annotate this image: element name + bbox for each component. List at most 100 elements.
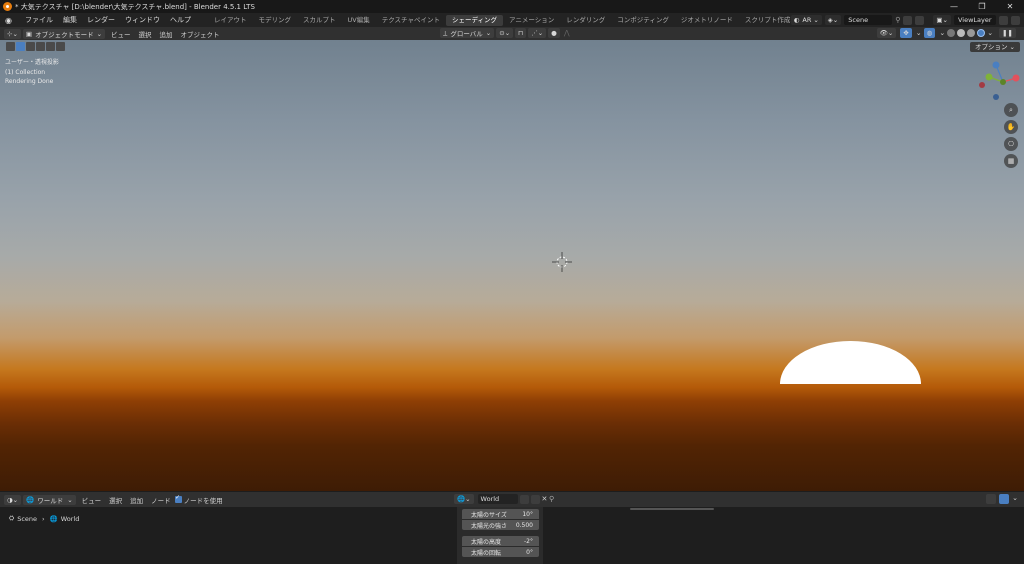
proportional-edit-toggle[interactable]: ● <box>548 28 560 38</box>
scene-name-field[interactable]: Scene <box>844 15 893 25</box>
sun-size-value: 10° <box>522 510 533 518</box>
pivot-selector[interactable]: ⊙ ⌄ <box>496 28 514 38</box>
blender-menu-icon[interactable]: ◉ <box>5 16 16 25</box>
tab-uv-editing[interactable]: UV編集 <box>342 15 376 26</box>
navigation-gizmo[interactable] <box>976 60 1020 104</box>
mode-selector[interactable]: ▣ オブジェクトモード ⌄ <box>22 28 106 39</box>
world-name-field[interactable]: World <box>477 494 518 504</box>
scene-selector[interactable]: ◈ ⌄ <box>824 15 842 25</box>
tab-sculpt[interactable]: スカルプト <box>297 15 342 26</box>
options-dropdown[interactable]: オプション ⌄ <box>969 42 1020 52</box>
chevron-down-icon: ⌄ <box>887 29 894 37</box>
chevron-down-icon[interactable]: ⌄ <box>916 29 922 37</box>
menu-edit[interactable]: 編集 <box>58 15 82 25</box>
chevron-down-icon[interactable]: ⌄ <box>1012 494 1018 504</box>
select-extend-icon[interactable] <box>26 42 35 51</box>
camera-view-icon[interactable]: ⎔ <box>1004 137 1018 151</box>
snap-toggle[interactable]: ⊓ <box>515 28 527 38</box>
viewport-3d[interactable] <box>0 40 1024 491</box>
menu-file[interactable]: ファイル <box>20 15 58 25</box>
ar-selector[interactable]: ◐ AR ⌄ <box>790 15 822 25</box>
gizmo-y-axis[interactable] <box>985 73 993 81</box>
falloff-icon[interactable]: ⋀ <box>564 29 570 37</box>
tab-compositing[interactable]: コンポジティング <box>611 15 675 26</box>
select-tool-icon[interactable] <box>6 42 15 51</box>
sun-elevation-field[interactable]: 太陽の高度 -2° <box>462 536 539 546</box>
rendered-shading-icon[interactable] <box>977 29 986 37</box>
tab-modeling[interactable]: モデリング <box>253 15 298 26</box>
viewlayer-selector[interactable]: ▣ ⌄ <box>933 15 951 25</box>
node-menu-node[interactable]: ノード <box>147 495 175 505</box>
unlink-world-icon[interactable]: ✕ <box>542 495 548 503</box>
solid-shading-icon[interactable] <box>957 29 966 37</box>
gizmo-z-axis[interactable] <box>992 61 1000 69</box>
zoom-icon[interactable]: ⌕ <box>1004 103 1018 117</box>
orientation-selector[interactable]: ⟂ グローバル ⌄ <box>440 28 495 38</box>
tab-texture-paint[interactable]: テクスチャペイント <box>376 15 446 26</box>
sun-intensity-field[interactable]: 太陽光の強さ 0.500 <box>462 520 539 530</box>
menu-help[interactable]: ヘルプ <box>165 15 196 25</box>
fake-user-shield-icon[interactable] <box>519 494 529 504</box>
tab-shading[interactable]: シェーディング <box>445 14 504 26</box>
shader-type-selector[interactable]: 🌐 ワールド ⌄ <box>23 494 76 505</box>
editor-type-button[interactable]: ⊹ ⌄ <box>4 28 21 39</box>
menu-render[interactable]: レンダー <box>82 15 120 25</box>
menu-view[interactable]: ビュー <box>107 29 135 39</box>
minimize-button[interactable]: — <box>940 0 968 13</box>
visibility-selector[interactable]: 👁 ⌄ <box>876 28 897 38</box>
select-invert-icon[interactable] <box>46 42 55 51</box>
duplicate-world-icon[interactable] <box>530 494 540 504</box>
sun-size-field[interactable]: 太陽のサイズ 10° <box>462 509 539 519</box>
tab-geometry-nodes[interactable]: ジオメトリノード <box>675 15 739 26</box>
material-shading-icon[interactable] <box>967 29 976 37</box>
gizmo-neg-z-axis[interactable] <box>993 94 999 100</box>
select-subtract-icon[interactable] <box>36 42 45 51</box>
node-editor-type-button[interactable]: ◑ ⌄ <box>4 494 22 505</box>
overlay-toggle[interactable]: ◍ <box>923 28 936 38</box>
sun-intensity-value: 0.500 <box>515 521 533 529</box>
tab-animation[interactable]: アニメーション <box>503 15 560 26</box>
select-intersect-icon[interactable] <box>56 42 65 51</box>
gizmo-neg-y-axis[interactable] <box>1000 79 1006 85</box>
tab-rendering[interactable]: レンダリング <box>560 15 611 26</box>
snap-target-selector[interactable]: ⋰ ⌄ <box>528 28 547 38</box>
node-menu-view[interactable]: ビュー <box>78 495 106 505</box>
pause-icon: ❚❚ <box>1002 29 1013 37</box>
wireframe-shading-icon[interactable] <box>947 29 956 37</box>
perspective-grid-icon[interactable]: ▦ <box>1004 154 1018 168</box>
viewport-info-overlay: ユーザー・透視投影 (1) Collection Rendering Done <box>5 58 59 87</box>
delete-viewlayer-icon[interactable] <box>1011 15 1020 25</box>
chevron-down-icon[interactable]: ⌄ <box>987 29 993 37</box>
snap-nodes-icon[interactable] <box>986 494 997 504</box>
pause-render-button[interactable]: ❚❚ <box>999 28 1016 38</box>
menu-window[interactable]: ウィンドウ <box>120 15 165 25</box>
pin-icon[interactable]: ⚲ <box>549 495 554 503</box>
tab-layout[interactable]: レイアウト <box>208 15 253 26</box>
node-overlay-icon[interactable] <box>999 494 1010 504</box>
maximize-button[interactable]: ❐ <box>968 0 996 13</box>
chevron-down-icon[interactable]: ⌄ <box>939 29 945 37</box>
horizontal-scrollbar[interactable] <box>630 508 714 510</box>
node-menu-select[interactable]: 選択 <box>105 495 126 505</box>
delete-scene-icon[interactable] <box>915 15 925 25</box>
gizmo-x-axis[interactable] <box>1012 74 1020 82</box>
node-menu-add[interactable]: 追加 <box>126 495 147 505</box>
close-button[interactable]: ✕ <box>996 0 1024 13</box>
world-browse-button[interactable]: 🌐 ⌄ <box>454 494 474 504</box>
new-scene-icon[interactable] <box>903 15 913 25</box>
breadcrumb-scene: Scene <box>17 514 38 523</box>
pin-icon[interactable]: ⚲ <box>895 16 900 24</box>
sun-elevation-label: 太陽の高度 <box>471 538 502 546</box>
menu-add[interactable]: 追加 <box>156 29 177 39</box>
menu-select[interactable]: 選択 <box>135 29 156 39</box>
tab-scripting[interactable]: スクリプト作成 <box>739 15 797 26</box>
select-new-icon[interactable] <box>16 42 25 51</box>
gizmo-toggle[interactable]: ✥ <box>900 28 912 38</box>
pan-hand-icon[interactable]: ✋ <box>1004 120 1018 134</box>
use-nodes-checkbox[interactable] <box>174 494 182 503</box>
viewlayer-name-field[interactable]: ViewLayer <box>954 15 996 25</box>
gizmo-neg-x-axis[interactable] <box>979 82 985 88</box>
new-viewlayer-icon[interactable] <box>999 15 1008 25</box>
sun-rotation-field[interactable]: 太陽の回転 0° <box>462 547 539 557</box>
menu-object[interactable]: オブジェクト <box>177 29 224 39</box>
